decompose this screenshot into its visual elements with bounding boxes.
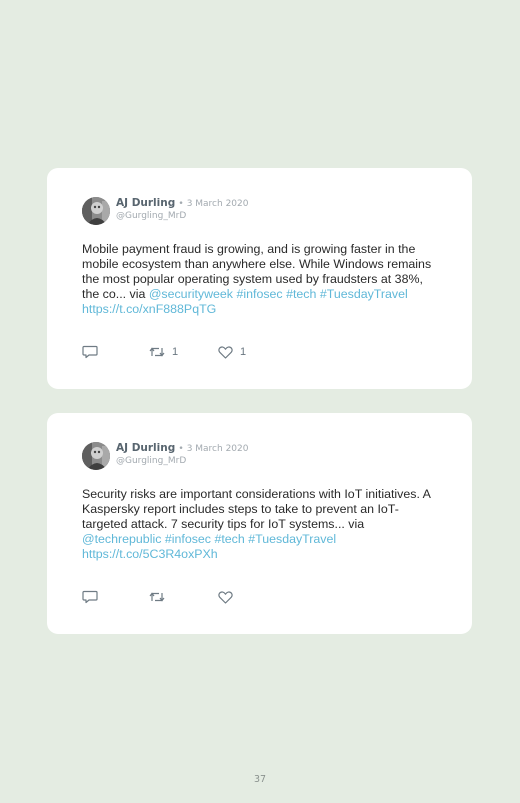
tweet-text: Mobile payment fraud is growing, and is …: [82, 242, 442, 317]
page-number: 37: [253, 774, 267, 785]
reply-button[interactable]: [82, 589, 98, 605]
avatar[interactable]: [82, 442, 110, 470]
hashtag-link[interactable]: #tech: [214, 532, 244, 546]
hashtag-link[interactable]: #TuesdayTravel: [248, 532, 336, 546]
like-button[interactable]: [218, 589, 240, 605]
url-link[interactable]: https://t.co/5C3R4oxPXh: [82, 547, 218, 561]
tweet-actions: [82, 589, 282, 605]
separator-dot: •: [178, 444, 184, 454]
hashtag-link[interactable]: #infosec: [236, 287, 282, 301]
like-count: 1: [240, 346, 247, 358]
name-line: AJ Durling • 3 March 2020: [116, 442, 248, 456]
heart-icon: [218, 345, 233, 359]
author-name[interactable]: AJ Durling: [116, 197, 175, 209]
author-handle[interactable]: @Gurgling_MrD: [116, 211, 186, 221]
mention-link[interactable]: @techrepublic: [82, 532, 161, 546]
tweet-card: AJ Durling • 3 March 2020 @Gurgling_MrD …: [47, 413, 472, 634]
retweet-icon: [149, 347, 165, 357]
tweet-text: Security risks are important considerati…: [82, 487, 442, 562]
retweet-icon: [149, 592, 165, 602]
tweet-card: AJ Durling • 3 March 2020 @Gurgling_MrD …: [47, 168, 472, 389]
hashtag-link[interactable]: #infosec: [165, 532, 211, 546]
retweet-count: 1: [172, 346, 179, 358]
retweet-button[interactable]: 1: [149, 344, 178, 360]
name-line: AJ Durling • 3 March 2020: [116, 197, 248, 211]
reply-icon: [82, 590, 98, 604]
hashtag-link[interactable]: #TuesdayTravel: [320, 287, 408, 301]
reply-button[interactable]: [82, 344, 98, 360]
heart-icon: [218, 590, 233, 604]
separator-dot: •: [178, 199, 184, 209]
retweet-button[interactable]: [149, 589, 172, 605]
reply-icon: [82, 345, 98, 359]
avatar[interactable]: [82, 197, 110, 225]
avatar-photo-icon: [82, 442, 110, 470]
tweet-body: Security risks are important considerati…: [82, 487, 431, 531]
mention-link[interactable]: @securityweek: [149, 287, 233, 301]
author-handle[interactable]: @Gurgling_MrD: [116, 456, 186, 466]
author-name[interactable]: AJ Durling: [116, 442, 175, 454]
tweet-actions: 1 1: [82, 344, 282, 360]
hashtag-link[interactable]: #tech: [286, 287, 316, 301]
tweet-date[interactable]: 3 March 2020: [187, 199, 249, 209]
like-button[interactable]: 1: [218, 344, 246, 360]
url-link[interactable]: https://t.co/xnF888PqTG: [82, 302, 216, 316]
tweet-date[interactable]: 3 March 2020: [187, 444, 249, 454]
avatar-photo-icon: [82, 197, 110, 225]
